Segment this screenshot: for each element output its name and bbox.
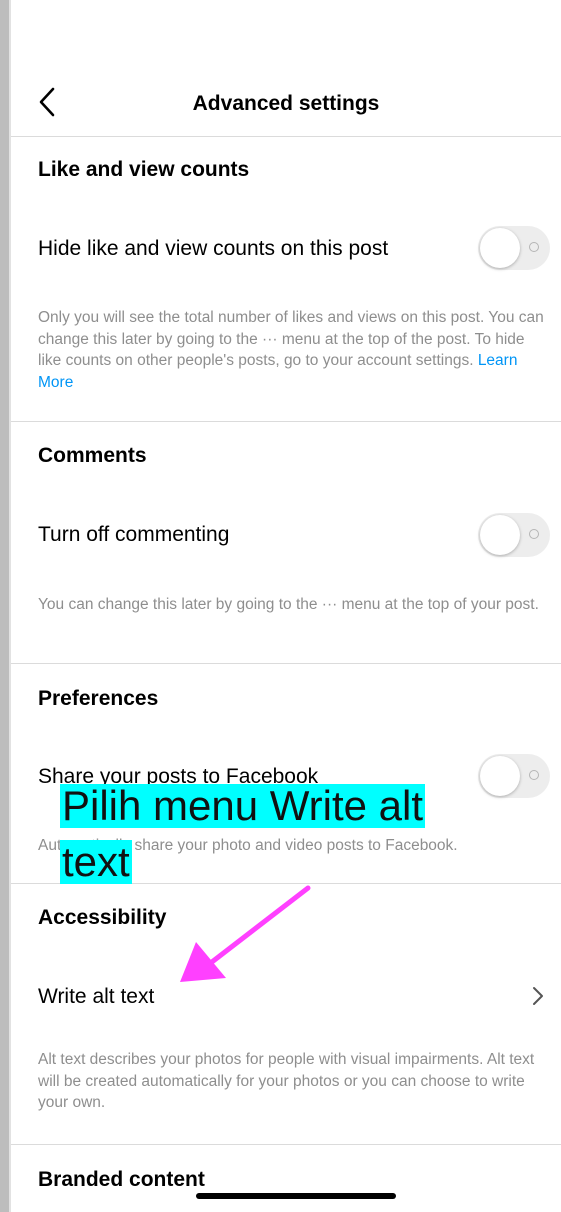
divider [11, 421, 561, 422]
section-title-branded-content: Branded content [38, 1168, 205, 1191]
accessibility-description: Alt text describes your photos for peopl… [38, 1051, 535, 1111]
divider [11, 1144, 561, 1145]
left-edge-bar [0, 0, 9, 1212]
section-title-preferences: Preferences [38, 687, 159, 710]
hide-like-counts-label: Hide like and view counts on this post [38, 237, 389, 260]
annotation-line-2: text [60, 838, 132, 885]
toggle-off-icon [529, 529, 539, 539]
section-title-accessibility: Accessibility [38, 906, 167, 929]
pink-arrow-icon [180, 885, 311, 982]
like-counts-description-text: Only you will see the total number of li… [38, 309, 544, 369]
toggle-knob [480, 515, 520, 555]
page-title: Advanced settings [192, 92, 380, 115]
toggle-knob [480, 228, 520, 268]
chevron-right-icon[interactable] [530, 984, 546, 1008]
hide-like-counts-toggle[interactable] [478, 226, 550, 270]
turn-off-commenting-label: Turn off commenting [38, 523, 230, 546]
section-title-like-counts: Like and view counts [38, 158, 250, 181]
divider [11, 663, 561, 664]
home-indicator [196, 1193, 396, 1199]
annotation-line-1: Pilih menu Write alt [60, 782, 426, 829]
write-alt-text-label[interactable]: Write alt text [38, 985, 154, 1009]
toggle-knob [480, 756, 520, 796]
share-to-facebook-toggle[interactable] [478, 754, 550, 798]
toggle-off-icon [529, 242, 539, 252]
left-edge-shadow [9, 0, 11, 1212]
like-counts-description: Only you will see the total number of li… [38, 307, 550, 393]
header: Advanced settings [11, 70, 561, 137]
comments-description: You can change this later by going to th… [38, 596, 539, 613]
toggle-off-icon [529, 770, 539, 780]
section-title-comments: Comments [38, 444, 147, 467]
turn-off-commenting-toggle[interactable] [478, 513, 550, 557]
